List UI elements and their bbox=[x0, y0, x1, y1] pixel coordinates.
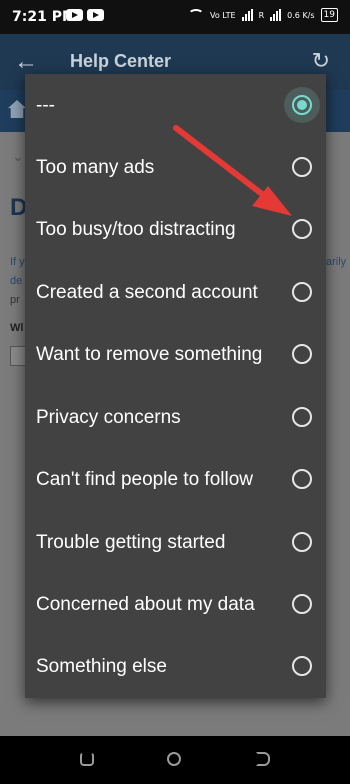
radio-icon[interactable] bbox=[292, 344, 312, 364]
battery-level: 19 bbox=[323, 10, 335, 20]
option-label: Concerned about my data bbox=[36, 593, 255, 615]
chevron-down-icon: ⌄ bbox=[12, 148, 24, 164]
wifi-icon bbox=[188, 9, 205, 21]
option-label: Created a second account bbox=[36, 281, 258, 303]
radio-icon[interactable] bbox=[292, 219, 312, 239]
option-trouble-getting-started[interactable]: Trouble getting started bbox=[25, 511, 326, 573]
option-remove-something[interactable]: Want to remove something bbox=[25, 323, 326, 385]
option-privacy-concerns[interactable]: Privacy concerns bbox=[25, 386, 326, 448]
background-text: If y bbox=[10, 256, 25, 268]
status-bar: 7:21 PM Vo LTE R 0.6 K/s 19 bbox=[0, 0, 350, 34]
option-label: Something else bbox=[36, 655, 167, 677]
data-speed: 0.6 K/s bbox=[287, 10, 315, 20]
signal-icon bbox=[241, 9, 253, 21]
home-icon bbox=[8, 100, 26, 118]
back-arrow-icon[interactable]: ← bbox=[14, 48, 38, 76]
battery-icon: 19 bbox=[320, 8, 338, 22]
option-label: Want to remove something bbox=[36, 343, 263, 365]
option-none[interactable]: --- bbox=[25, 74, 326, 136]
option-too-many-ads[interactable]: Too many ads bbox=[25, 136, 326, 198]
option-concerned-data[interactable]: Concerned about my data bbox=[25, 573, 326, 635]
background-text: arily bbox=[326, 256, 347, 268]
radio-icon[interactable] bbox=[292, 532, 312, 552]
radio-icon[interactable] bbox=[292, 656, 312, 676]
option-something-else[interactable]: Something else bbox=[25, 635, 326, 697]
recent-apps-icon[interactable] bbox=[80, 752, 94, 766]
radio-icon[interactable] bbox=[292, 594, 312, 614]
roaming-label: R bbox=[258, 10, 265, 20]
youtube-icon bbox=[87, 9, 104, 21]
option-cant-find-people[interactable]: Can't find people to follow bbox=[25, 448, 326, 510]
radio-icon[interactable] bbox=[292, 157, 312, 177]
option-label: Trouble getting started bbox=[36, 531, 226, 553]
background-text: pr bbox=[10, 294, 20, 306]
reason-picker-dialog: --- Too many ads Too busy/too distractin… bbox=[25, 74, 326, 698]
option-label: Privacy concerns bbox=[36, 406, 181, 428]
notification-icons bbox=[66, 9, 104, 21]
back-button-icon[interactable] bbox=[256, 752, 270, 766]
signal-icon-2 bbox=[270, 9, 282, 21]
home-button-icon[interactable] bbox=[167, 752, 181, 766]
system-nav-bar bbox=[0, 736, 350, 784]
background-label: Wl bbox=[10, 322, 24, 334]
radio-selected-icon[interactable] bbox=[292, 95, 312, 115]
radio-icon[interactable] bbox=[292, 407, 312, 427]
page-title: Help Center bbox=[70, 51, 172, 71]
option-label: --- bbox=[36, 94, 55, 116]
status-indicators: Vo LTE R 0.6 K/s 19 bbox=[188, 8, 338, 22]
youtube-icon bbox=[66, 9, 83, 21]
refresh-icon[interactable]: ↻ bbox=[312, 48, 330, 74]
option-label: Can't find people to follow bbox=[36, 468, 253, 490]
option-second-account[interactable]: Created a second account bbox=[25, 261, 326, 323]
option-label: Too busy/too distracting bbox=[36, 218, 236, 240]
network-type-label: Vo LTE bbox=[210, 10, 236, 20]
option-too-busy[interactable]: Too busy/too distracting bbox=[25, 198, 326, 260]
radio-icon[interactable] bbox=[292, 469, 312, 489]
option-label: Too many ads bbox=[36, 156, 155, 178]
background-link: de bbox=[10, 275, 23, 287]
radio-icon[interactable] bbox=[292, 282, 312, 302]
